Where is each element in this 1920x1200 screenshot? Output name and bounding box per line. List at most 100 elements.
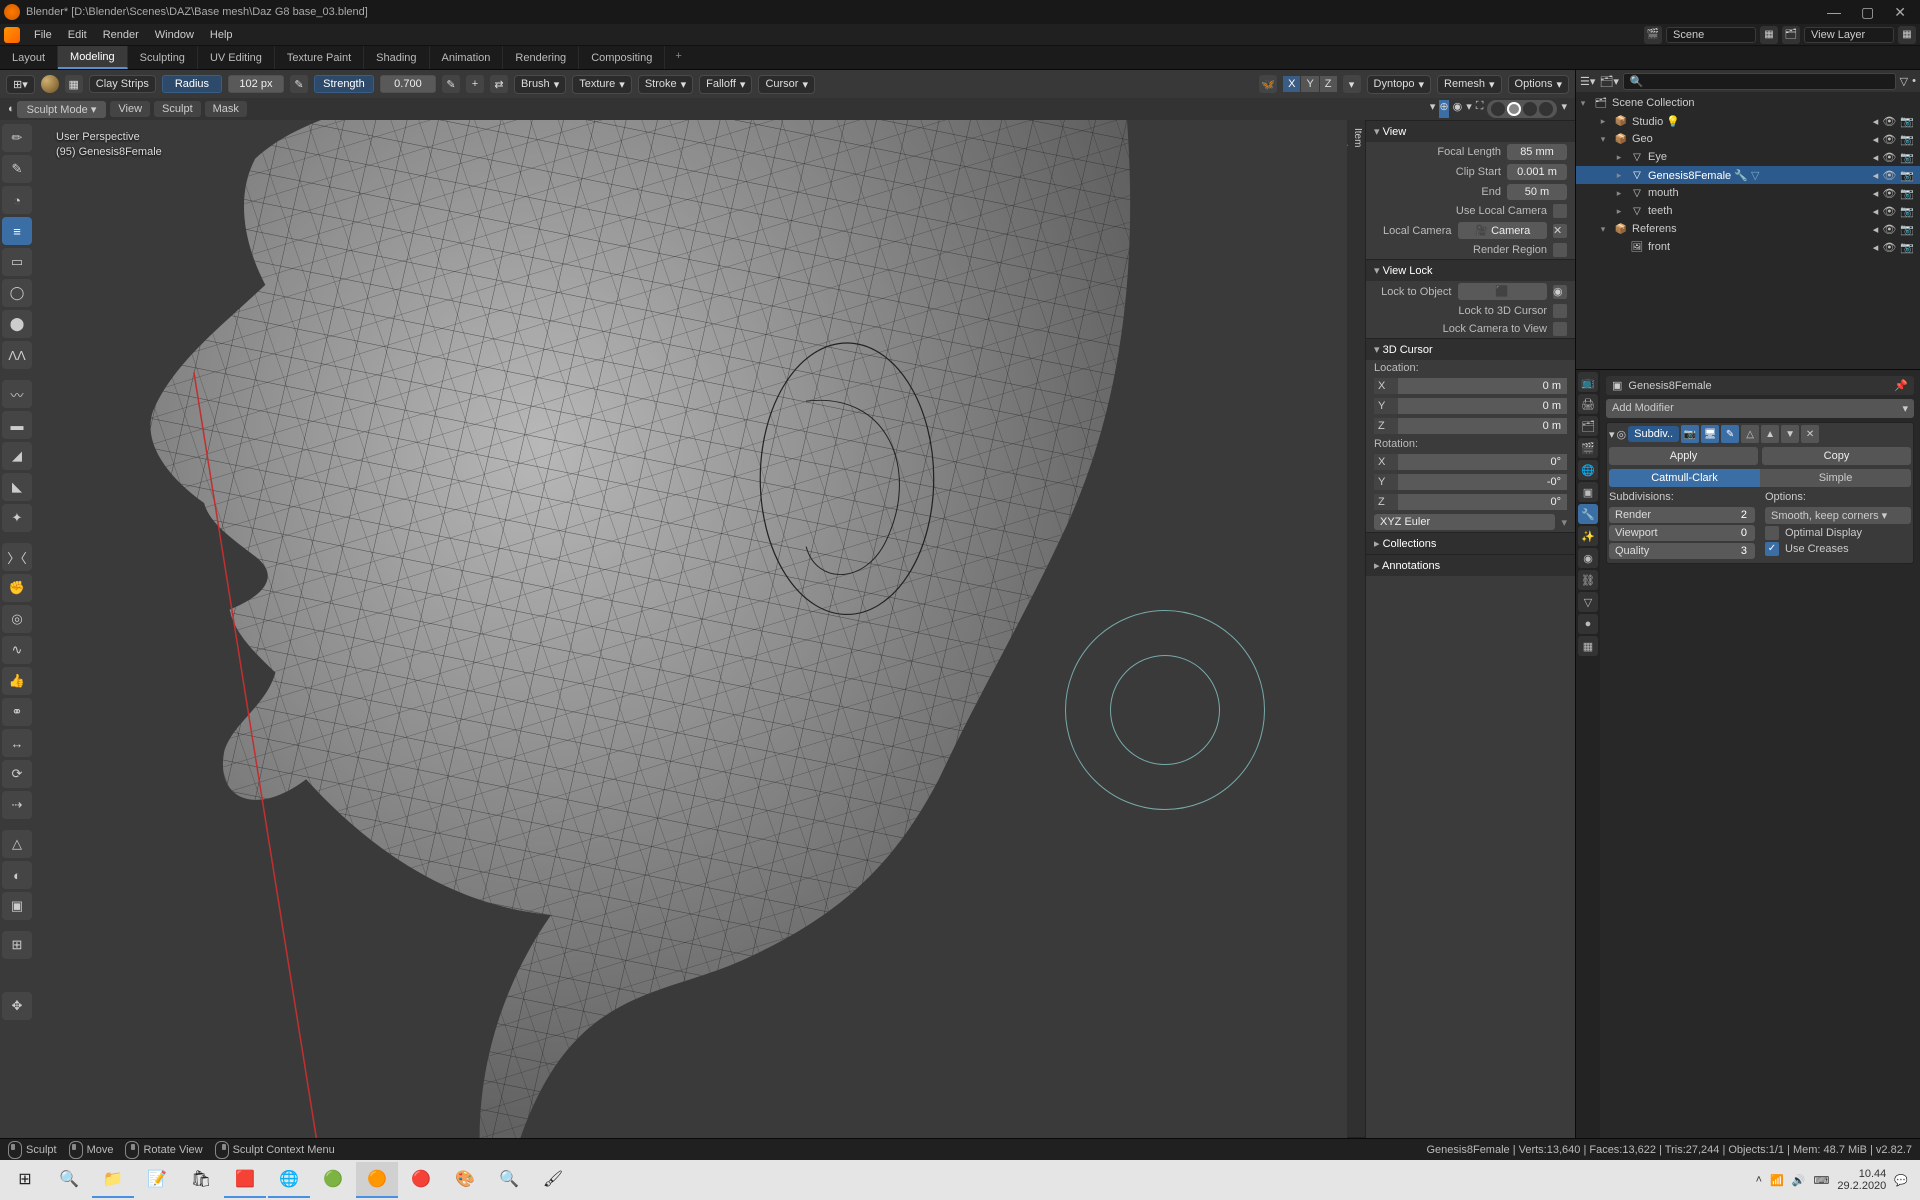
tb-explorer[interactable]: 📁 (92, 1162, 134, 1198)
ws-texture[interactable]: Texture Paint (275, 46, 364, 69)
ptab-particles[interactable]: ✨ (1578, 526, 1598, 546)
tool-rotate[interactable]: ⟳ (2, 760, 32, 788)
menu-cursor[interactable]: Cursor ▾ (758, 75, 815, 94)
scene-browse-icon[interactable]: ▦ (1760, 26, 1778, 44)
tray-volume-icon[interactable]: 🔊 (1792, 1174, 1806, 1187)
tb-notepad[interactable]: 📝 (136, 1162, 178, 1198)
mod-copy-button[interactable]: Copy (1762, 447, 1911, 465)
overlay-opts-icon[interactable]: ▾ (1466, 100, 1472, 118)
mod-expand-icon[interactable]: ▾ (1609, 428, 1615, 441)
brush-preview-icon[interactable]: ▦ (65, 75, 83, 93)
cursor-rot-x[interactable]: 0° (1398, 454, 1567, 470)
tool-nudge[interactable]: ↔ (2, 729, 32, 757)
remesh-menu[interactable]: Remesh ▾ (1437, 75, 1502, 94)
tool-pinch[interactable]: 〉〈 (2, 543, 32, 571)
outliner-filter-icon[interactable]: ▽ (1900, 75, 1908, 88)
overlay-dropdown-icon[interactable]: ▾ (1430, 100, 1436, 118)
tree-row[interactable]: ▾📦Geo◂👁📷 (1576, 130, 1920, 148)
sym-z[interactable]: Z (1320, 76, 1337, 92)
cursor-rot-mode[interactable]: XYZ Euler (1374, 514, 1555, 530)
sh-view[interactable]: View (110, 101, 150, 117)
tree-row[interactable]: 🖼front◂👁📷 (1576, 238, 1920, 256)
cursor-loc-z[interactable]: 0 m (1398, 418, 1567, 434)
tray-notifications-icon[interactable]: 💬 (1894, 1174, 1908, 1187)
mod-type-simple[interactable]: Simple (1760, 469, 1911, 487)
gizmo-icon[interactable]: ⊕ (1439, 100, 1448, 118)
ptab-output[interactable]: 🖨 (1578, 394, 1598, 414)
tool-simplify[interactable]: △ (2, 830, 32, 858)
np-annotations-head[interactable]: Annotations (1366, 554, 1575, 576)
overlay-icon[interactable]: ◉ (1453, 100, 1463, 118)
strength-pressure-icon[interactable]: ✎ (442, 75, 460, 93)
ws-compositing[interactable]: Compositing (579, 46, 665, 69)
focal-field[interactable]: 85 mm (1507, 144, 1567, 160)
ws-shading[interactable]: Shading (364, 46, 429, 69)
tool-fill[interactable]: ◢ (2, 442, 32, 470)
view-layer-browse-icon[interactable]: ▦ (1898, 26, 1916, 44)
tray-time[interactable]: 10.44 (1837, 1168, 1886, 1180)
ptab-material[interactable]: ● (1578, 614, 1598, 634)
tb-store[interactable]: 🛍 (180, 1162, 222, 1198)
menu-texture[interactable]: Texture ▾ (572, 75, 632, 94)
mod-name-field[interactable]: Subdiv.. (1628, 426, 1679, 442)
render-region-check[interactable] (1553, 243, 1567, 257)
ptab-scene[interactable]: 🎬 (1578, 438, 1598, 458)
menu-window[interactable]: Window (147, 27, 202, 43)
local-cam-clear[interactable]: ✕ (1553, 224, 1567, 238)
tb-app2[interactable]: 🔴 (400, 1162, 442, 1198)
xray-icon[interactable]: ⛶ (1476, 100, 1484, 118)
mod-cage-icon[interactable]: △ (1741, 425, 1759, 443)
np-view-head[interactable]: View (1366, 120, 1575, 142)
tool-layer[interactable]: ▭ (2, 248, 32, 276)
use-creases-check[interactable] (1765, 542, 1779, 556)
tool-inflate[interactable]: ◯ (2, 279, 32, 307)
sh-sculpt[interactable]: Sculpt (154, 101, 201, 117)
menu-edit[interactable]: Edit (60, 27, 95, 43)
tool-mesh-filter[interactable]: ⊞ (2, 931, 32, 959)
mod-delete-icon[interactable]: ✕ (1801, 425, 1819, 443)
add-modifier-dropdown[interactable]: Add Modifier ▾ (1606, 399, 1914, 418)
outliner-display-icon[interactable]: 🗂▾ (1599, 75, 1619, 88)
ptab-texture[interactable]: ▦ (1578, 636, 1598, 656)
subdiv-viewport[interactable]: 0 (1733, 525, 1755, 541)
shade-lookdev-icon[interactable] (1523, 102, 1537, 116)
tray-wifi-icon[interactable]: 📶 (1770, 1174, 1784, 1187)
menu-render[interactable]: Render (95, 27, 147, 43)
cursor-rot-y[interactable]: -0° (1398, 474, 1567, 490)
tree-row[interactable]: ▸▽mouth◂👁📷 (1576, 184, 1920, 202)
np-cursor-head[interactable]: 3D Cursor (1366, 338, 1575, 360)
ptab-constraints[interactable]: ⛓ (1578, 570, 1598, 590)
tool-clay-strips[interactable]: ≡ (2, 217, 32, 245)
sym-x[interactable]: X (1283, 76, 1300, 92)
lock-obj-field[interactable]: ⬛ (1458, 283, 1548, 300)
tool-box-mask[interactable]: ▣ (2, 892, 32, 920)
clip-start-field[interactable]: 0.001 m (1507, 164, 1567, 180)
breadcrumb-name[interactable]: Genesis8Female (1628, 380, 1711, 392)
local-cam-check[interactable] (1553, 204, 1567, 218)
ws-sculpting[interactable]: Sculpting (128, 46, 198, 69)
cursor-loc-x[interactable]: 0 m (1398, 378, 1567, 394)
menu-file[interactable]: File (26, 27, 60, 43)
tree-row[interactable]: ▸▽Eye◂👁📷 (1576, 148, 1920, 166)
options-menu[interactable]: Options ▾ (1508, 75, 1569, 94)
view-layer-icon[interactable]: 🗂 (1782, 26, 1800, 44)
mod-move-down-icon[interactable]: ▼ (1781, 425, 1799, 443)
pin-icon[interactable]: 📌 (1894, 379, 1908, 392)
ws-add[interactable]: + (665, 46, 691, 69)
sculpt-sphere-icon[interactable] (41, 75, 59, 93)
tree-root[interactable]: ▾🗂Scene Collection (1576, 94, 1920, 112)
ptab-world[interactable]: 🌐 (1578, 460, 1598, 480)
scene-field[interactable]: Scene (1666, 27, 1756, 43)
mode-dropdown[interactable]: Sculpt Mode ▾ (17, 101, 107, 118)
tool-draw-sharp[interactable]: ✎ (2, 155, 32, 183)
tool-flatten[interactable]: ▬ (2, 411, 32, 439)
subdiv-render[interactable]: 2 (1733, 507, 1755, 523)
ws-animation[interactable]: Animation (430, 46, 504, 69)
menu-stroke[interactable]: Stroke ▾ (638, 75, 693, 94)
tool-snake[interactable]: ∿ (2, 636, 32, 664)
tool-pose[interactable]: ⚭ (2, 698, 32, 726)
tb-app3[interactable]: 🎨 (444, 1162, 486, 1198)
menu-brush[interactable]: Brush ▾ (514, 75, 566, 94)
ws-modeling[interactable]: Modeling (58, 46, 128, 69)
tool-blob[interactable]: ⬤ (2, 310, 32, 338)
